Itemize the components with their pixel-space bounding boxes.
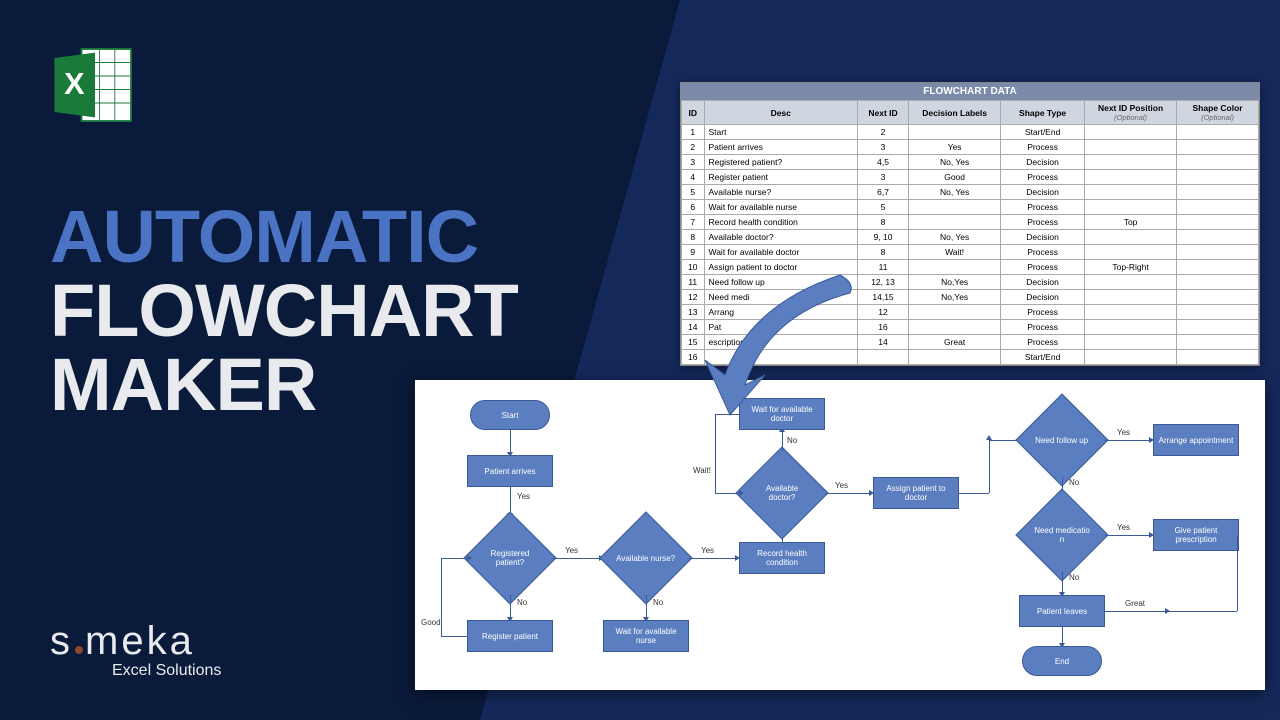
table-row: 5Available nurse?6,7No, YesDecision (682, 185, 1259, 200)
brand-dot-icon (75, 646, 83, 654)
col-shape: Shape Type (1001, 101, 1085, 125)
label-yes-2: Yes (565, 546, 578, 555)
node-arrange-appt: Arrange appointment (1153, 424, 1239, 456)
svg-text:X: X (64, 67, 85, 101)
node-wait-nurse: Wait for available nurse (603, 620, 689, 652)
table-row: 8Available doctor?9, 10No, YesDecision (682, 230, 1259, 245)
node-need-followup-q: Need follow up (1015, 393, 1108, 486)
curved-arrow-icon (690, 265, 880, 430)
node-prescription: Give patient prescription (1153, 519, 1239, 551)
label-yes-6: Yes (1117, 523, 1130, 532)
node-registered-q: Registered patient? (463, 511, 556, 604)
label-great: Great (1125, 599, 1145, 608)
col-decision: Decision Labels (909, 101, 1001, 125)
col-color: Shape Color(Optional) (1177, 101, 1259, 125)
title-line-2: FLOWCHART (50, 274, 518, 348)
node-patient-leaves: Patient leaves (1019, 595, 1105, 627)
table-title: FLOWCHART DATA (681, 83, 1259, 100)
node-register-patient: Register patient (467, 620, 553, 652)
brand-logo: smeka Excel Solutions (50, 619, 221, 680)
node-end: End (1022, 646, 1102, 676)
table-row: 3Registered patient?4,5No, YesDecision (682, 155, 1259, 170)
label-yes-4: Yes (835, 481, 848, 490)
node-record-health: Record health condition (739, 542, 825, 574)
brand-tagline: Excel Solutions (112, 662, 221, 680)
table-row: 6Wait for available nurse5Process (682, 200, 1259, 215)
label-wait: Wait! (693, 466, 711, 475)
node-assign-doctor: Assign patient to doctor (873, 477, 959, 509)
col-id: ID (682, 101, 705, 125)
table-row: 4Register patient3GoodProcess (682, 170, 1259, 185)
label-yes: Yes (517, 492, 530, 501)
label-yes-3: Yes (701, 546, 714, 555)
brand-b: meka (85, 619, 195, 663)
title-line-1: AUTOMATIC (50, 200, 518, 274)
brand-a: s (50, 619, 73, 663)
col-position: Next ID Position(Optional) (1085, 101, 1177, 125)
label-no-5: No (1069, 573, 1079, 582)
col-desc: Desc (704, 101, 857, 125)
label-good: Good (421, 618, 441, 627)
col-next: Next ID (857, 101, 908, 125)
node-available-nurse-q: Available nurse? (599, 511, 692, 604)
table-row: 2Patient arrives3YesProcess (682, 140, 1259, 155)
table-row: 1Start2Start/End (682, 125, 1259, 140)
label-yes-5: Yes (1117, 428, 1130, 437)
label-no: No (517, 598, 527, 607)
label-no-3: No (787, 436, 797, 445)
label-no-4: No (1069, 478, 1079, 487)
label-no-2: No (653, 598, 663, 607)
node-patient-arrives: Patient arrives (467, 455, 553, 487)
excel-icon: X (50, 40, 140, 135)
node-start: Start (470, 400, 550, 430)
node-need-medication-q: Need medicatio n (1015, 488, 1108, 581)
node-available-doctor-q: Available doctor? (735, 446, 828, 539)
table-row: 9Wait for available doctor8Wait!Process (682, 245, 1259, 260)
table-row: 7Record health condition8ProcessTop (682, 215, 1259, 230)
